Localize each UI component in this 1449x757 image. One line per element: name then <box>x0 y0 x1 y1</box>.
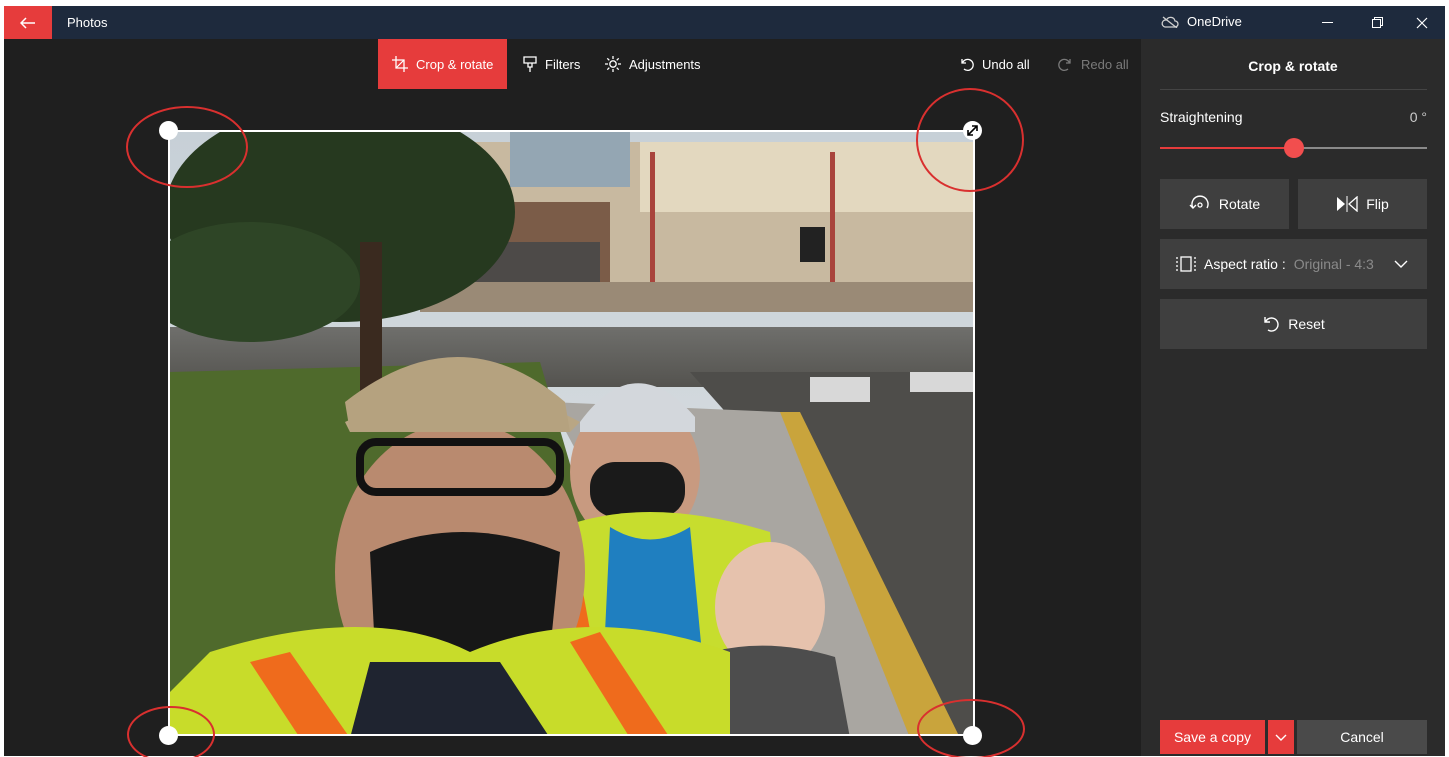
annotation-circle-top-right <box>916 88 1024 192</box>
rotate-button[interactable]: Rotate <box>1160 179 1289 229</box>
reset-icon <box>1264 317 1279 332</box>
rotate-label: Rotate <box>1218 196 1261 212</box>
annotation-circle-bottom-right <box>917 699 1025 757</box>
straightening-slider[interactable] <box>1160 138 1427 158</box>
redo-all-label: Redo all <box>1081 56 1129 72</box>
onedrive-label: OneDrive <box>1187 14 1242 29</box>
panel-title: Crop & rotate <box>1248 58 1338 74</box>
photos-app-window: Photos OneDrive Crop & rotate Filters Ad… <box>4 6 1445 757</box>
back-button[interactable] <box>4 6 52 39</box>
panel-divider <box>1160 89 1427 90</box>
tab-crop-rotate-label: Crop & rotate <box>416 56 494 72</box>
onedrive-cloud-icon <box>1161 15 1179 28</box>
rotate-icon <box>1189 195 1209 209</box>
close-button[interactable] <box>1399 6 1445 39</box>
minimize-icon <box>1321 21 1333 23</box>
aspect-ratio-dropdown[interactable]: Aspect ratio : Original - 4:3 <box>1160 239 1427 289</box>
tab-crop-rotate[interactable]: Crop & rotate <box>378 39 508 89</box>
straightening-label: Straightening <box>1160 109 1243 125</box>
reset-label: Reset <box>1288 316 1325 332</box>
crop-rotate-panel: Crop & rotate Straightening 0 ° Rotate F… <box>1141 39 1445 756</box>
aspect-ratio-value: Original - 4:3 <box>1293 256 1374 272</box>
straightening-slider-fill <box>1160 147 1294 149</box>
tab-filters[interactable]: Filters <box>523 39 580 89</box>
straightening-value: 0 ° <box>1409 109 1427 125</box>
maximize-icon <box>1371 17 1383 28</box>
flip-label: Flip <box>1366 196 1389 212</box>
chevron-down-icon <box>1275 734 1287 741</box>
save-options-dropdown[interactable] <box>1268 720 1294 754</box>
undo-all-button[interactable]: Undo all <box>959 39 1030 89</box>
maximize-button[interactable] <box>1354 6 1400 39</box>
save-a-copy-button[interactable]: Save a copy <box>1160 720 1265 754</box>
adjustments-icon <box>605 56 621 72</box>
onedrive-status[interactable]: OneDrive <box>1161 14 1242 29</box>
flip-button[interactable]: Flip <box>1298 179 1427 229</box>
crop-icon <box>392 56 408 72</box>
filters-icon <box>523 56 537 72</box>
tab-adjustments[interactable]: Adjustments <box>605 39 701 89</box>
tab-adjustments-label: Adjustments <box>629 56 701 72</box>
aspect-ratio-icon <box>1176 256 1196 272</box>
app-title: Photos <box>67 15 108 30</box>
chevron-down-icon <box>1394 260 1408 268</box>
flip-icon <box>1337 196 1358 212</box>
minimize-button[interactable] <box>1304 6 1350 39</box>
back-arrow-icon <box>20 16 35 29</box>
tab-filters-label: Filters <box>545 56 581 72</box>
photo-image <box>170 132 973 734</box>
straightening-slider-thumb[interactable] <box>1283 138 1304 158</box>
redo-icon <box>1058 58 1071 71</box>
annotation-circle-top-left <box>126 106 248 188</box>
reset-button[interactable]: Reset <box>1160 299 1427 349</box>
cancel-button[interactable]: Cancel <box>1297 720 1427 754</box>
photo-crop-area[interactable] <box>168 130 975 736</box>
title-bar: Photos OneDrive <box>4 6 1445 39</box>
undo-icon <box>961 58 974 71</box>
undo-all-label: Undo all <box>982 56 1030 72</box>
redo-all-button[interactable]: Redo all <box>1058 39 1129 89</box>
edit-toolbar: Crop & rotate Filters Adjustments Undo a… <box>4 39 1144 89</box>
editor-canvas: Crop & rotate Filters Adjustments Undo a… <box>4 39 1144 757</box>
close-icon <box>1416 17 1428 28</box>
annotation-circle-bottom-left <box>127 706 215 757</box>
aspect-ratio-label: Aspect ratio : <box>1204 256 1286 272</box>
